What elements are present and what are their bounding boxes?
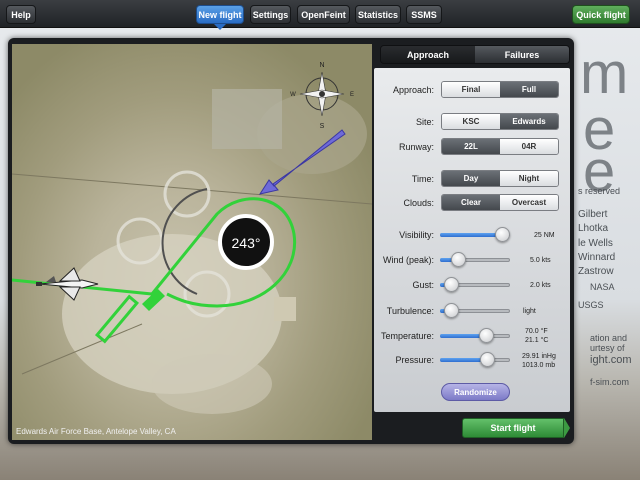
tab-statistics[interactable]: Statistics: [355, 5, 401, 24]
site-label: Site:: [415, 117, 434, 127]
road: [12, 173, 372, 205]
approach-label: Approach:: [392, 85, 434, 95]
bg-credit: NASA: [590, 282, 615, 292]
slider-knob[interactable]: [479, 328, 494, 343]
bg-credit: le Wells: [578, 238, 613, 249]
start-flight-arrow-icon: [564, 418, 570, 438]
clouds-selector: Clear Overcast: [441, 194, 559, 211]
pressure-slider[interactable]: [440, 352, 510, 368]
bg-credit: Zastrow: [578, 266, 614, 277]
turbulence-slider[interactable]: [440, 303, 510, 319]
temperature-value: 70.0 °F 21.1 °C: [525, 328, 549, 344]
time-label: Time:: [411, 174, 434, 184]
slider-knob[interactable]: [444, 303, 459, 318]
gust-label: Gust:: [412, 280, 434, 290]
runway-option-22l[interactable]: 22L: [442, 139, 500, 154]
runway-option-04r[interactable]: 04R: [500, 139, 558, 154]
time-option-day[interactable]: Day: [442, 171, 500, 186]
gust-slider[interactable]: [440, 277, 510, 293]
time-option-night[interactable]: Night: [500, 171, 558, 186]
approach-map[interactable]: 243° N S E W: [12, 44, 372, 440]
help-button[interactable]: Help: [6, 5, 36, 24]
bg-credit: f-sim.com: [590, 377, 629, 387]
clouds-option-overcast[interactable]: Overcast: [500, 195, 558, 210]
bg-credit: USGS: [578, 300, 604, 310]
tab-failures[interactable]: Failures: [475, 46, 569, 63]
ground-feature: [274, 297, 296, 321]
tab-settings[interactable]: Settings: [250, 5, 291, 24]
map-caption: Edwards Air Force Base, Antelope Valley,…: [16, 427, 176, 436]
visibility-value: 25 NM: [534, 232, 555, 239]
visibility-label: Visibility:: [399, 230, 434, 240]
bg-credit: Winnard: [578, 252, 616, 263]
turbulence-value: light: [523, 308, 536, 315]
wind-label: Wind (peak):: [382, 255, 434, 265]
base-buildings: [212, 89, 282, 149]
wind-slider[interactable]: [440, 252, 510, 268]
runway-label: Runway:: [398, 142, 434, 152]
temperature-label: Temperature:: [380, 331, 434, 341]
temperature-slider[interactable]: [440, 328, 510, 344]
active-tab-indicator: [214, 24, 226, 30]
site-selector: KSC Edwards: [441, 113, 559, 130]
visibility-slider[interactable]: [440, 227, 510, 243]
clouds-option-clear[interactable]: Clear: [442, 195, 500, 210]
map-overlay: 243° N S E W: [12, 62, 372, 414]
tab-openfeint[interactable]: OpenFeint: [297, 5, 350, 24]
bg-credit: s reserved: [578, 186, 621, 196]
bg-credit: urtesy of: [590, 343, 625, 353]
gust-value: 2.0 kts: [530, 282, 551, 289]
panel-segmented-tabs: Approach Failures: [380, 45, 570, 64]
top-toolbar: Help New flight Settings OpenFeint Stati…: [0, 0, 640, 28]
tab-approach[interactable]: Approach: [381, 46, 475, 63]
approach-option-final[interactable]: Final: [442, 82, 500, 97]
tab-ssms[interactable]: SSMS: [406, 5, 442, 24]
svg-text:W: W: [290, 92, 296, 98]
site-option-edwards[interactable]: Edwards: [500, 114, 558, 129]
tab-new-flight[interactable]: New flight: [196, 5, 244, 24]
pressure-value: 29.91 inHg 1013.0 mb: [522, 353, 556, 369]
approach-selector: Final Full: [441, 81, 559, 98]
pressure-label: Pressure:: [395, 355, 434, 365]
start-flight-button[interactable]: Start flight: [462, 418, 564, 438]
clouds-label: Clouds:: [403, 198, 434, 208]
target-circle: [163, 170, 211, 218]
slider-fill: [440, 233, 502, 237]
heading-value: 243°: [232, 235, 261, 251]
runway-selector: 22L 04R: [441, 138, 559, 155]
turbulence-label: Turbulence:: [386, 306, 434, 316]
randomize-button[interactable]: Randomize: [441, 383, 510, 401]
approach-option-full[interactable]: Full: [500, 82, 558, 97]
bg-credit: Gilbert: [578, 209, 608, 220]
svg-text:S: S: [320, 123, 325, 130]
slider-knob[interactable]: [495, 227, 510, 242]
slider-knob[interactable]: [444, 277, 459, 292]
bg-credit: ight.com: [590, 354, 632, 366]
svg-text:N: N: [319, 62, 324, 69]
slider-knob[interactable]: [480, 352, 495, 367]
bg-credit: ation and: [590, 333, 628, 343]
quick-flight-button[interactable]: Quick flight: [572, 5, 630, 24]
bg-credit: Lhotka: [578, 223, 609, 234]
lakebed: [152, 354, 272, 414]
wind-value: 5.0 kts: [530, 257, 551, 264]
site-option-ksc[interactable]: KSC: [442, 114, 500, 129]
slider-knob[interactable]: [451, 252, 466, 267]
time-selector: Day Night: [441, 170, 559, 187]
